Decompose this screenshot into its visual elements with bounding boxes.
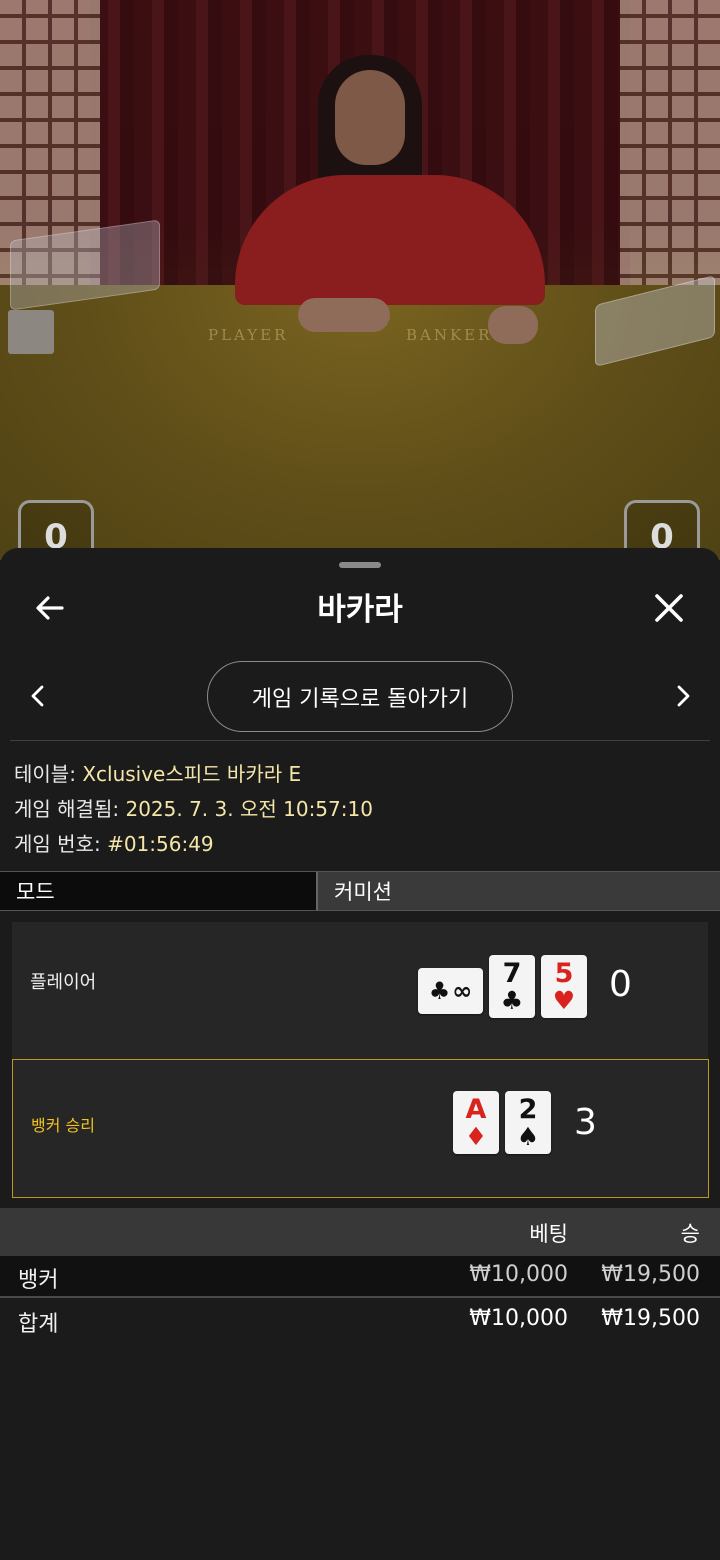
banker-win-label: 뱅커 승리 <box>31 1116 95 1135</box>
sheet-title: 바카라 <box>317 592 403 628</box>
card-suit: ♥ <box>552 986 576 1015</box>
table-word-banker: BANKER <box>406 326 493 344</box>
lattice-screen-right <box>620 0 720 300</box>
card-rank: 2 <box>518 1094 538 1125</box>
game-history-sheet: 바카라 게임 기록으로 돌아가기 테이블: Xclusive스피드 바카라 E … <box>0 548 720 1560</box>
card-suit: ♣ <box>500 986 524 1015</box>
bet-name: 뱅커 <box>18 1268 59 1293</box>
live-video-stream: PLAYER BANKER 0 0 <box>0 0 720 560</box>
player-label: 플레이어 <box>30 972 97 993</box>
round-result-panel: 플레이어 ♣ ∞ 7 ♣ 5 ♥ 0 뱅커 승리 A ♦ 2 ♠ 3 <box>12 922 709 1198</box>
win-column-header: 승 <box>680 1222 700 1246</box>
card-rank: 7 <box>502 958 522 989</box>
playing-card: 2 ♠ <box>505 1091 551 1154</box>
table-info: 테이블: Xclusive스피드 바카라 E <box>14 758 301 787</box>
chevron-right-icon <box>677 685 690 707</box>
resolved-info-label: 게임 해결됨: <box>14 797 120 821</box>
dealer-head <box>335 70 405 165</box>
mode-tabs: 모드 커미션 <box>0 871 720 911</box>
win-amount: ₩19,500 <box>601 1262 700 1287</box>
table-info-value: Xclusive스피드 바카라 E <box>82 762 302 786</box>
game-number-value: #01:56:49 <box>107 832 214 856</box>
banker-score: 3 <box>574 1102 597 1143</box>
card-deck <box>8 310 54 354</box>
playing-card: 7 ♣ <box>489 955 535 1018</box>
table-info-label: 테이블: <box>14 762 76 786</box>
close-button[interactable] <box>647 586 691 630</box>
banker-winner-highlight: 뱅커 승리 A ♦ 2 ♠ 3 <box>12 1059 709 1198</box>
playing-card: ♣ ∞ <box>418 968 483 1014</box>
card-rank: 5 <box>554 958 574 989</box>
total-bet-amount: ₩10,000 <box>469 1306 568 1331</box>
total-row: 합계 ₩10,000 ₩19,500 <box>0 1300 720 1342</box>
divider <box>10 740 710 741</box>
resolved-info-value: 2025. 7. 3. 오전 10:57:10 <box>125 797 373 821</box>
chevron-left-icon <box>31 685 44 707</box>
card-suit: ♦ <box>464 1122 488 1151</box>
dealer-body <box>235 175 545 305</box>
card-rank: ∞ <box>452 977 473 1005</box>
player-score: 0 <box>609 964 632 1005</box>
tab-mode[interactable]: 모드 <box>0 872 318 910</box>
resolved-info: 게임 해결됨: 2025. 7. 3. 오전 10:57:10 <box>14 793 373 822</box>
total-win-amount: ₩19,500 <box>601 1306 700 1331</box>
playing-card: 5 ♥ <box>541 955 587 1018</box>
tab-commission[interactable]: 커미션 <box>318 872 720 910</box>
bet-amount: ₩10,000 <box>469 1262 568 1287</box>
game-number-info: 게임 번호: #01:56:49 <box>14 828 214 857</box>
dealer-arm-left <box>298 298 390 332</box>
table-word-player: PLAYER <box>208 326 289 344</box>
playing-card: A ♦ <box>453 1091 499 1154</box>
bet-table-header: 베팅 승 <box>0 1208 720 1256</box>
card-rank: A <box>465 1094 487 1125</box>
card-suit: ♣ <box>428 977 451 1005</box>
bet-column-header: 베팅 <box>529 1222 568 1246</box>
game-number-label: 게임 번호: <box>14 832 101 856</box>
close-icon <box>655 594 683 622</box>
card-suit: ♠ <box>516 1122 540 1151</box>
total-label: 합계 <box>18 1312 59 1337</box>
next-game-button[interactable] <box>663 676 703 716</box>
table-row: 뱅커 ₩10,000 ₩19,500 <box>0 1256 720 1298</box>
back-to-history-button[interactable]: 게임 기록으로 돌아가기 <box>207 661 513 732</box>
drag-handle[interactable] <box>339 562 381 568</box>
previous-game-button[interactable] <box>18 676 58 716</box>
dealer-arm-right <box>488 306 538 344</box>
